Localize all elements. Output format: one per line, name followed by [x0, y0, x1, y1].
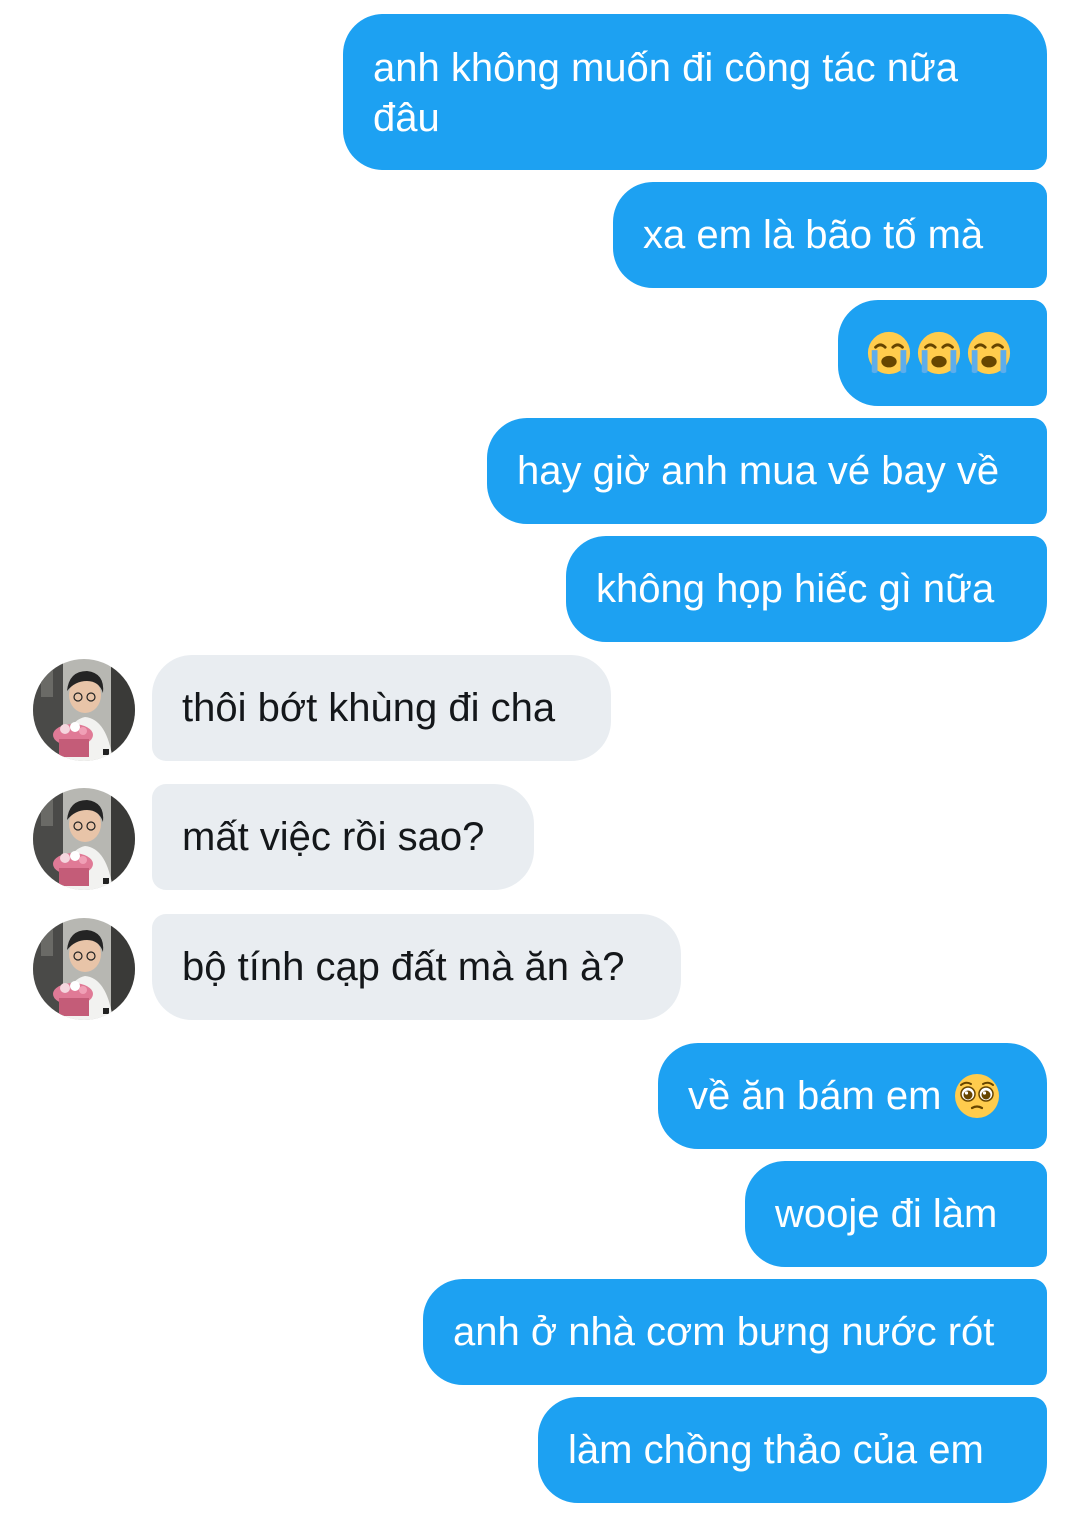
outgoing-message-bubble[interactable]: làm chồng thảo của em [538, 1397, 1047, 1503]
chat-thread: anh không muốn đi công tác nữa đâu xa em… [0, 0, 1080, 1515]
message-text: wooje đi làm [775, 1192, 998, 1236]
message-text: không họp hiếc gì nữa [596, 567, 995, 611]
avatar-photo [33, 659, 135, 761]
incoming-message-bubble[interactable]: thôi bớt khùng đi cha [152, 655, 611, 761]
message-text: về ăn bám em [688, 1074, 942, 1118]
message-text: thôi bớt khùng đi cha [182, 686, 556, 730]
avatar[interactable] [33, 918, 135, 1020]
avatar-photo [33, 788, 135, 890]
outgoing-message-bubble[interactable]: về ăn bám em [658, 1043, 1047, 1149]
outgoing-message-bubble[interactable]: anh không muốn đi công tác nữa đâu [343, 14, 1047, 170]
message-text: mất việc rồi sao? [182, 815, 485, 859]
message-text: anh ở nhà cơm bưng nước rót [453, 1310, 995, 1354]
incoming-message-bubble[interactable]: bộ tính cạp đất mà ăn à? [152, 914, 681, 1020]
message-text: xa em là bão tố mà [643, 213, 984, 257]
message-text: anh không muốn đi công tác nữa đâu [373, 46, 958, 140]
outgoing-message-bubble[interactable]: hay giờ anh mua vé bay về [487, 418, 1047, 524]
incoming-message-bubble[interactable]: mất việc rồi sao? [152, 784, 534, 890]
outgoing-message-bubble[interactable]: wooje đi làm [745, 1161, 1047, 1267]
message-text: làm chồng thảo của em [568, 1428, 984, 1472]
avatar[interactable] [33, 659, 135, 761]
outgoing-message-bubble[interactable] [838, 300, 1047, 406]
outgoing-message-bubble[interactable]: không họp hiếc gì nữa [566, 536, 1047, 642]
emoji-row [866, 330, 1012, 376]
avatar[interactable] [33, 788, 135, 890]
loudly-crying-face-icon [916, 330, 962, 376]
message-text: bộ tính cạp đất mà ăn à? [182, 945, 625, 989]
pleading-face-icon [953, 1072, 1001, 1120]
loudly-crying-face-icon [966, 330, 1012, 376]
loudly-crying-face-icon [866, 330, 912, 376]
outgoing-message-bubble[interactable]: xa em là bão tố mà [613, 182, 1047, 288]
outgoing-message-bubble[interactable]: anh ở nhà cơm bưng nước rót [423, 1279, 1047, 1385]
message-text: hay giờ anh mua vé bay về [517, 449, 1000, 493]
avatar-photo [33, 918, 135, 1020]
